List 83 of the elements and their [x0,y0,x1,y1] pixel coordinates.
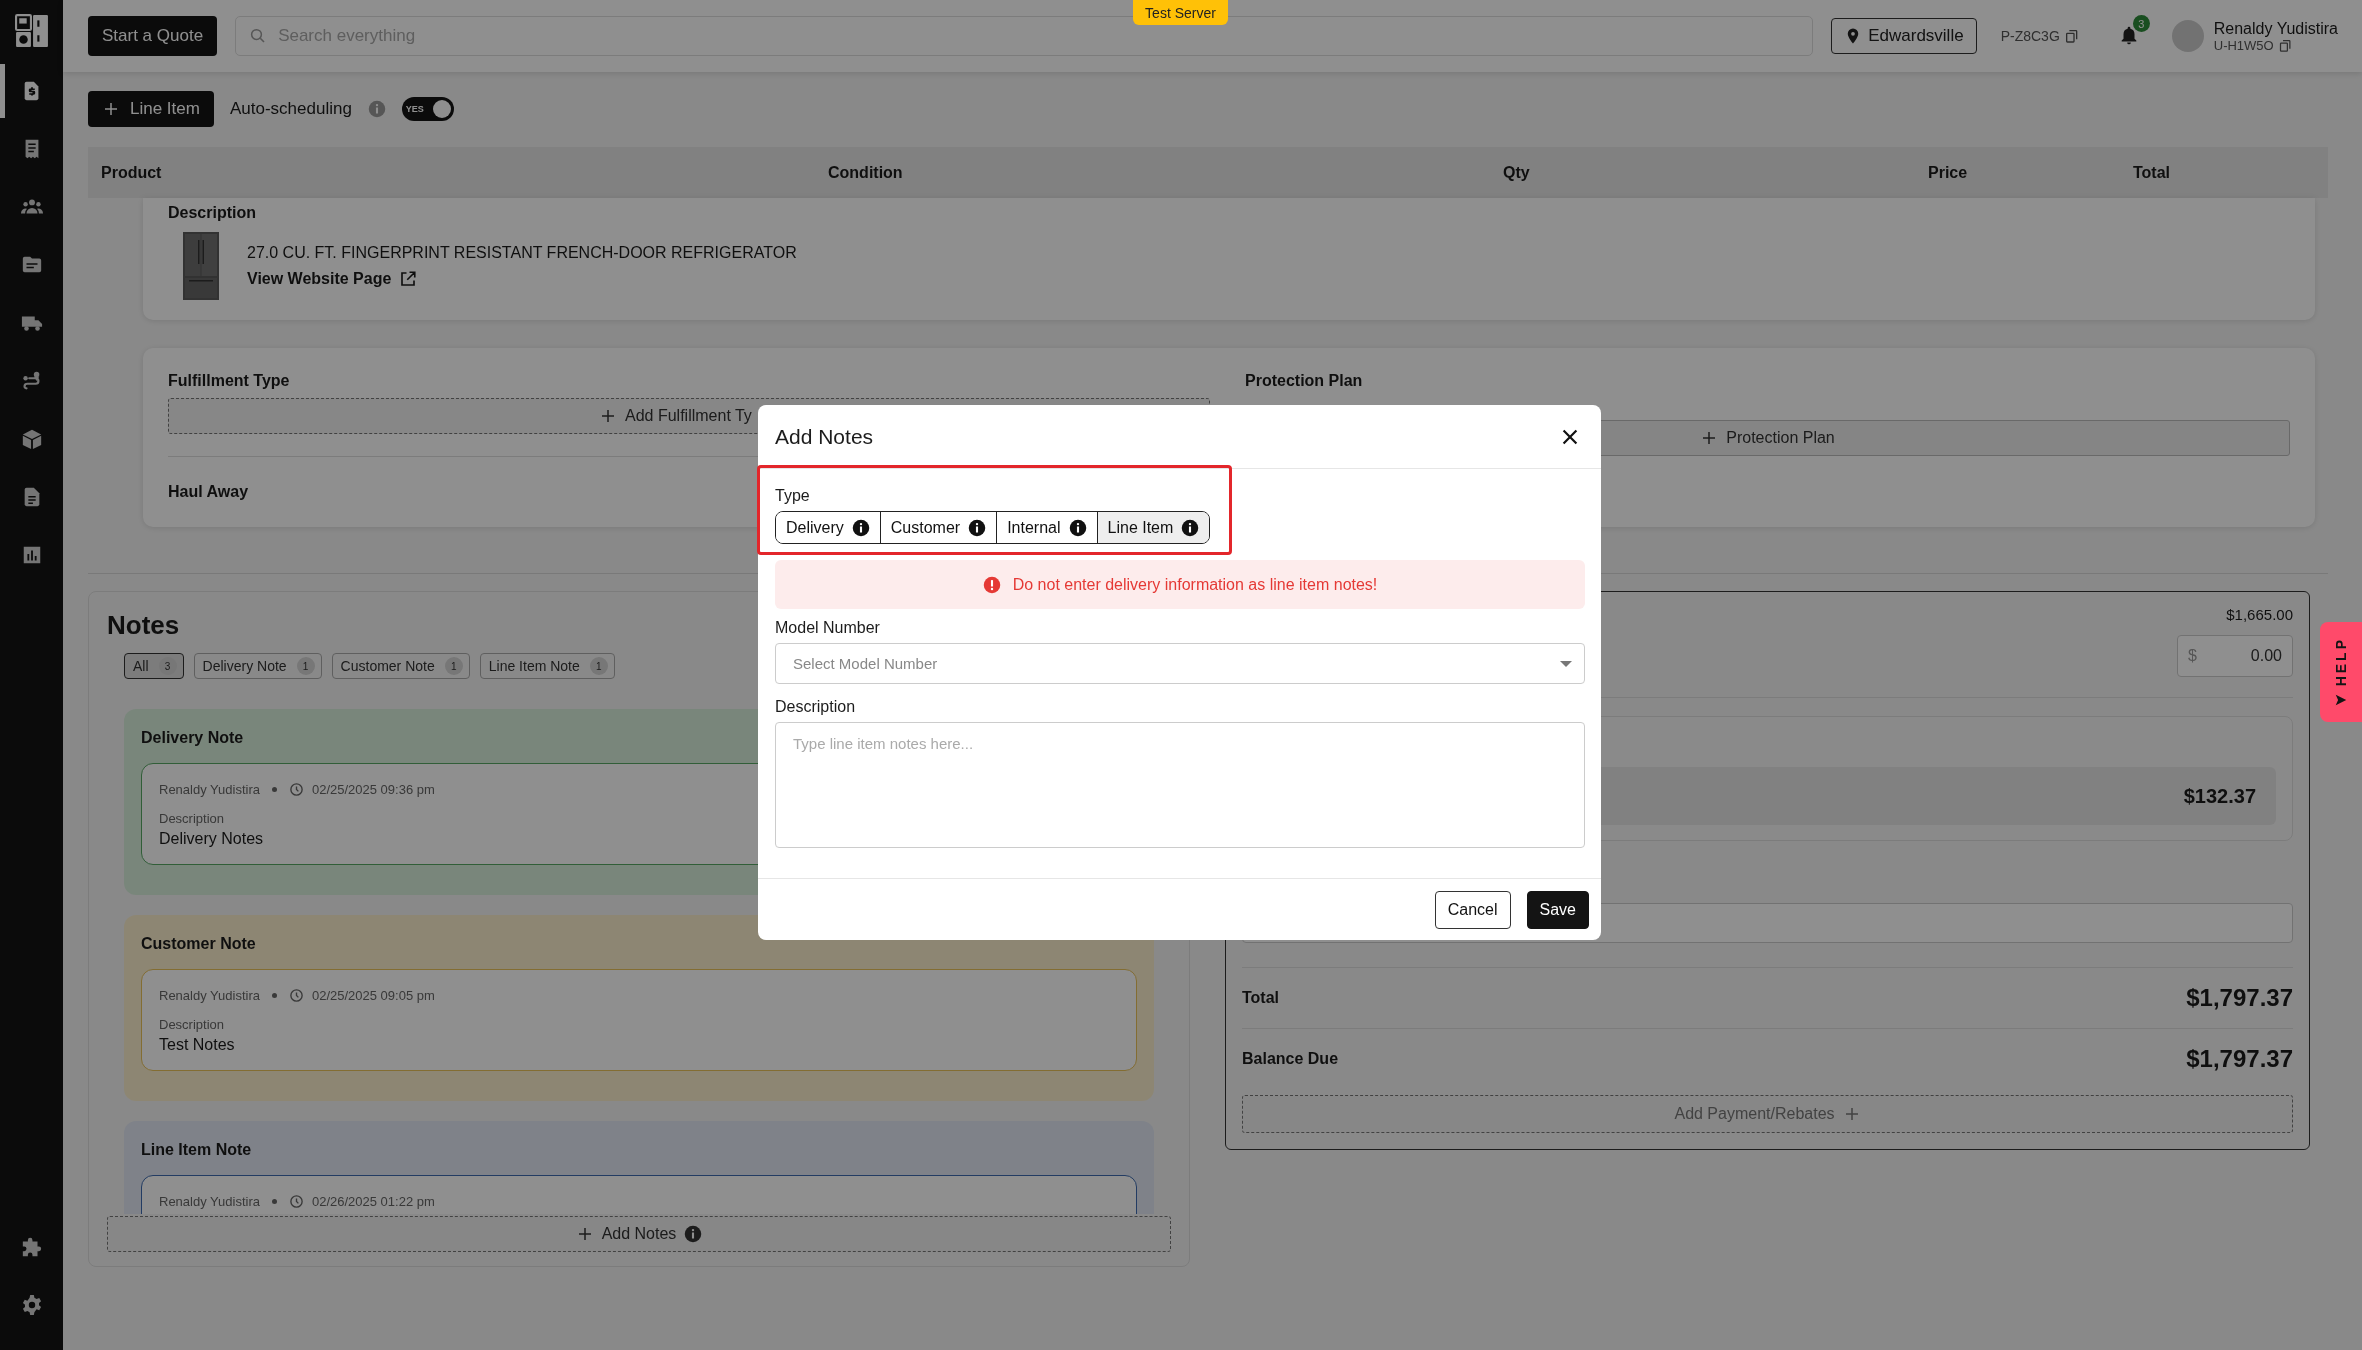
settings-icon [20,1294,43,1316]
note-time: 02/25/2025 09:36 pm [311,782,435,797]
caret-icon [1560,660,1572,667]
balance-due-label: Balance Due [1242,1050,1339,1068]
logo-icon [14,14,49,48]
column-header: Condition [827,163,904,182]
info-icon [851,518,870,537]
note-description: Test Notes [159,1036,236,1054]
column-header: Total [2132,163,2172,182]
plus-icon [599,407,617,425]
note-group-title: Delivery Note [141,729,244,747]
note-author: Renaldy Yudistira [159,988,260,1003]
note-group-title: Line Item Note [141,1141,252,1159]
clock-icon [288,988,304,1003]
type-label: Type [775,487,810,504]
warning-text: Do not enter delivery information as line item notes! [1012,575,1378,594]
description-field[interactable]: Type line item notes here... [775,722,1585,848]
note-description-label: Description [159,1017,226,1032]
box-icon [20,428,43,450]
alert-icon [982,575,1001,594]
external-link-icon [399,270,418,288]
filter-chip[interactable]: All 3 [124,653,184,679]
add-notes-button[interactable]: Add Notes [107,1216,1171,1252]
note-description: Delivery Notes [159,830,265,848]
product-name: 27.0 CU. FT. FINGERPRINT RESISTANT FRENCH-DOOR REFRIGERATOR [247,244,797,262]
info-icon [968,518,987,537]
location-button[interactable]: Edwardsville [1831,18,1977,54]
clock-icon [288,1194,304,1209]
info-icon [1181,518,1200,537]
total-amount: $1,797.37 [2186,984,2293,1012]
auto-scheduling-label: Auto-scheduling [229,99,352,119]
notes-title: Notes [107,610,180,641]
profile-code: P-Z8C3G [2000,28,2060,44]
discount-field[interactable]: $ 0.00 [2177,635,2293,677]
column-header: Price [1927,163,1969,182]
type-option[interactable]: Line Item [1096,512,1210,543]
note-time: 02/25/2025 09:05 pm [311,988,435,1003]
note-time: 02/26/2025 01:22 pm [311,1194,435,1209]
count-badge: 1 [296,657,315,675]
start-quote-button[interactable]: Start a Quote [88,16,218,56]
description-label: Description [168,204,257,222]
info-icon [1068,518,1087,537]
cancel-button[interactable]: Cancel [1434,890,1511,929]
subtotal-amount: $1,665.00 [2226,606,2293,623]
filter-chip[interactable]: Delivery Note 1 [193,653,322,679]
note-description-label: Description [159,811,226,826]
avatar [2171,20,2204,52]
filter-chip[interactable]: Customer Note 1 [331,653,470,679]
info-icon [367,100,386,118]
fulfillment-type-label: Fulfillment Type [168,372,291,390]
fee-amount: $132.37 [2183,784,2256,808]
note-author: Renaldy Yudistira [159,1194,260,1209]
count-badge: 1 [589,657,608,675]
note-author: Renaldy Yudistira [159,782,260,797]
copy-icon [2277,37,2293,53]
count-badge: 3 [158,657,177,675]
save-button[interactable]: Save [1526,890,1589,929]
total-label: Total [1242,989,1280,1007]
puzzle-icon [20,1236,43,1258]
note-group-title: Customer Note [141,935,256,953]
protection-plan-label: Protection Plan [1245,372,1364,390]
arrow-icon [2334,692,2348,707]
add-line-item-button[interactable]: Line Item [88,91,214,127]
website-link[interactable]: View Website Page [247,270,418,288]
user-name: Renaldy Yudistira [2213,19,2338,38]
model-number-label: Model Number [775,619,881,637]
count-badge: 1 [444,657,463,675]
help-tab[interactable]: HELP [2320,622,2362,722]
model-number-select[interactable]: Select Model Number [775,643,1585,684]
clock-icon [288,782,304,797]
test-server-badge: Test Server [1133,0,1228,25]
plus-icon [102,100,120,118]
notification-count: 3 [2132,15,2150,32]
column-header: Qty [1502,163,1531,182]
haul-away-label: Haul Away [168,483,249,500]
auto-scheduling-toggle[interactable]: YES [401,97,454,121]
column-header: Product [100,163,163,182]
description-label: Description [775,698,857,716]
copy-icon [2063,28,2080,44]
info-icon [684,1225,703,1243]
filter-chip[interactable]: Line Item Note 1 [479,653,615,679]
balance-due-amount: $1,797.37 [2186,1045,2293,1073]
user-id: U-H1W5O [2213,37,2274,53]
